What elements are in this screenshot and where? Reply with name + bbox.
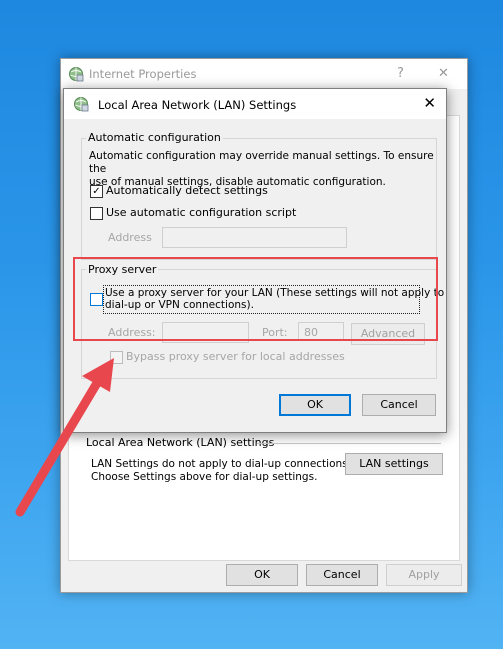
red-arrow <box>15 358 114 517</box>
